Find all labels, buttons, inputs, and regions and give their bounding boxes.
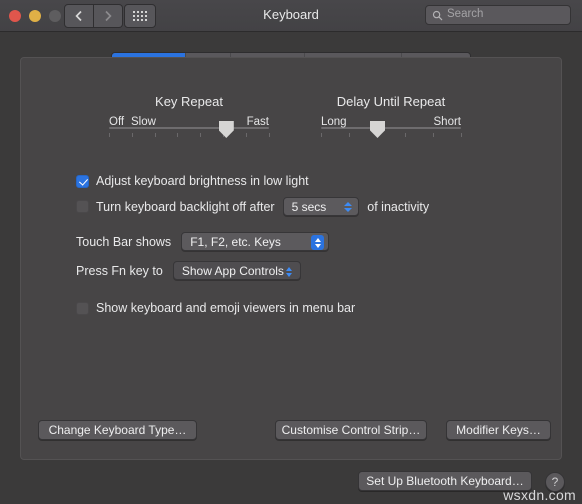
delay-ticks: [321, 133, 462, 138]
key-repeat-off-label: Off: [109, 116, 125, 128]
title-bar: Keyboard Search: [0, 0, 582, 32]
search-placeholder: Search: [447, 8, 484, 21]
search-field[interactable]: Search: [425, 5, 571, 25]
key-repeat-ticks: [109, 133, 270, 138]
watermark: wsxdn.com: [503, 487, 576, 503]
backlight-off-suffix: of inactivity: [367, 199, 430, 214]
touch-bar-row: Touch Bar shows F1, F2, etc. Keys: [76, 232, 330, 251]
touch-bar-label: Touch Bar shows: [76, 234, 172, 249]
delay-title: Delay Until Repeat: [336, 94, 446, 109]
adjust-brightness-label: Adjust keyboard brightness in low light: [96, 174, 309, 188]
key-repeat-slow-label: Slow: [131, 116, 156, 128]
backlight-off-row[interactable]: Turn keyboard backlight off after 5 secs…: [76, 197, 429, 216]
show-viewers-label: Show keyboard and emoji viewers in menu …: [96, 301, 356, 315]
keyboard-preferences-window: Keyboard Search Keyboard Text Shortcuts …: [0, 0, 582, 504]
fn-key-label: Press Fn key to: [76, 263, 163, 278]
delay-long-label: Long: [321, 116, 347, 128]
bottom-bar: Set Up Bluetooth Keyboard… ? wsxdn.com: [0, 462, 582, 504]
search-icon: [432, 10, 443, 20]
backlight-off-checkbox[interactable]: [76, 200, 89, 213]
chevron-updown-icon: [311, 235, 325, 250]
adjust-brightness-row[interactable]: Adjust keyboard brightness in low light: [76, 174, 309, 188]
stepper-arrows-icon[interactable]: [344, 201, 353, 212]
modifier-keys-button[interactable]: Modifier Keys…: [446, 420, 551, 440]
fn-key-popup-button[interactable]: Show App Controls: [172, 261, 301, 280]
key-repeat-slider-group: Key Repeat Off Slow Fast: [109, 94, 270, 150]
delay-until-repeat-slider-group: Delay Until Repeat Long Short: [321, 94, 462, 150]
key-repeat-fast-label: Fast: [246, 116, 269, 128]
change-keyboard-type-button[interactable]: Change Keyboard Type…: [38, 420, 197, 440]
key-repeat-title: Key Repeat: [155, 94, 223, 109]
adjust-brightness-checkbox[interactable]: [76, 174, 89, 188]
backlight-delay-value: 5 secs: [291, 199, 327, 214]
delay-short-label: Short: [433, 116, 462, 128]
touch-bar-value: F1, F2, etc. Keys: [190, 234, 281, 249]
fn-key-value: Show App Controls: [181, 263, 284, 278]
fn-key-row: Press Fn key to Show App Controls: [76, 261, 301, 280]
keyboard-settings-panel: Key Repeat Off Slow Fast Delay Until Rep…: [20, 57, 562, 460]
backlight-off-label: Turn keyboard backlight off after: [96, 199, 275, 214]
backlight-delay-stepper[interactable]: 5 secs: [282, 197, 360, 216]
customise-control-strip-button[interactable]: Customise Control Strip…: [275, 420, 427, 440]
show-viewers-row[interactable]: Show keyboard and emoji viewers in menu …: [76, 301, 355, 315]
chevron-updown-icon-2: [283, 264, 296, 279]
show-viewers-checkbox[interactable]: [76, 301, 89, 315]
touch-bar-popup-button[interactable]: F1, F2, etc. Keys: [181, 232, 330, 251]
